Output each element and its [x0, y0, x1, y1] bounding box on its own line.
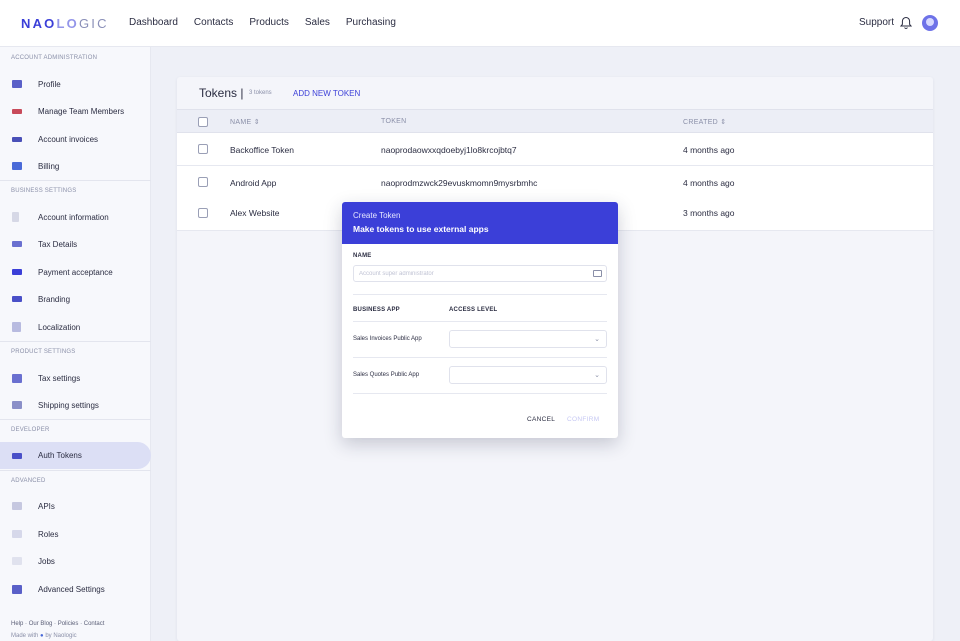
confirm-button[interactable]: CONFIRM	[567, 416, 599, 423]
business-app-header: BUSINESS APP	[353, 307, 400, 313]
team-icon	[12, 108, 22, 114]
name-label: NAME	[353, 253, 372, 259]
policies-link[interactable]: Policies	[58, 621, 79, 627]
section-account-administration: ACCOUNT ADMINISTRATION	[11, 55, 98, 61]
nav-purchasing[interactable]: Purchasing	[346, 17, 396, 28]
modal-header: Create Token Make tokens to use external…	[342, 202, 618, 244]
tax-settings-icon	[12, 373, 22, 383]
sidebar-item-payment-acceptance[interactable]: Payment acceptance	[0, 259, 151, 285]
sort-icon: ⇕	[253, 119, 260, 126]
heart-icon: ●	[40, 633, 44, 639]
sidebar-item-billing[interactable]: Billing	[0, 153, 151, 179]
app-name-sales-invoices: Sales Invoices Public App	[353, 336, 422, 342]
blog-link[interactable]: Our Blog	[29, 621, 53, 627]
info-icon	[12, 212, 19, 222]
section-product-settings: PRODUCT SETTINGS	[11, 349, 76, 355]
column-created[interactable]: CREATED ⇕	[683, 118, 726, 126]
row-checkbox[interactable]	[198, 208, 208, 218]
nav-dashboard[interactable]: Dashboard	[129, 17, 178, 28]
id-card-icon	[593, 270, 602, 277]
sidebar-item-apis[interactable]: APIs	[0, 493, 151, 519]
column-token: TOKEN	[381, 118, 407, 125]
billing-icon	[12, 162, 22, 170]
invoice-icon	[12, 136, 22, 142]
token-name-input[interactable]	[353, 265, 607, 282]
access-level-select-sales-invoices[interactable]: ⌄	[449, 330, 607, 348]
avatar[interactable]	[922, 15, 938, 31]
sidebar-item-team-members[interactable]: Manage Team Members	[0, 98, 151, 124]
sidebar-item-branding[interactable]: Branding	[0, 286, 151, 312]
main-nav: Dashboard Contacts Products Sales Purcha…	[129, 17, 396, 28]
row-checkbox[interactable]	[198, 177, 208, 187]
footer-links: Help · Our Blog · Policies · Contact	[11, 621, 105, 627]
sidebar-item-roles[interactable]: Roles	[0, 521, 151, 547]
top-bar: NAOLOGIC Dashboard Contacts Products Sal…	[0, 0, 960, 47]
jobs-icon	[12, 557, 22, 565]
token-count: 3 tokens	[249, 90, 272, 96]
section-business-settings: BUSINESS SETTINGS	[11, 188, 77, 194]
section-developer: DEVELOPER	[11, 427, 50, 433]
chevron-down-icon: ⌄	[594, 372, 600, 379]
tokens-header: Tokens | 3 tokens ADD NEW TOKEN	[177, 77, 933, 109]
sidebar-item-account-information[interactable]: Account information	[0, 204, 151, 230]
add-new-token-button[interactable]: ADD NEW TOKEN	[293, 89, 360, 98]
sidebar: ACCOUNT ADMINISTRATION Profile Manage Te…	[0, 47, 151, 641]
access-level-header: ACCESS LEVEL	[449, 307, 498, 313]
localization-icon	[12, 322, 21, 332]
bell-icon[interactable]	[900, 16, 912, 30]
page-title: Tokens |	[199, 86, 244, 100]
modal-subtitle: Make tokens to use external apps	[353, 224, 489, 234]
sort-icon: ⇕	[720, 119, 727, 126]
sidebar-item-localization[interactable]: Localization	[0, 314, 151, 340]
branding-icon	[12, 296, 22, 302]
nav-contacts[interactable]: Contacts	[194, 17, 233, 28]
nav-sales[interactable]: Sales	[305, 17, 330, 28]
sidebar-item-jobs[interactable]: Jobs	[0, 548, 151, 574]
token-icon	[12, 452, 22, 459]
support-link[interactable]: Support	[859, 17, 894, 28]
section-advanced: ADVANCED	[11, 478, 46, 484]
roles-icon	[12, 530, 22, 538]
cancel-button[interactable]: CANCEL	[527, 416, 555, 423]
profile-icon	[12, 80, 22, 88]
advanced-icon	[12, 584, 22, 594]
tax-icon	[12, 241, 22, 247]
sidebar-item-tax-settings[interactable]: Tax settings	[0, 365, 151, 391]
sidebar-item-profile[interactable]: Profile	[0, 71, 151, 97]
sidebar-item-auth-tokens[interactable]: Auth Tokens	[0, 442, 151, 469]
made-with: Made with ● by Naologic	[11, 633, 77, 639]
select-all-checkbox[interactable]	[198, 117, 208, 127]
sidebar-item-advanced-settings[interactable]: Advanced Settings	[0, 576, 151, 602]
payment-icon	[12, 269, 22, 275]
contact-link[interactable]: Contact	[84, 621, 105, 627]
create-token-modal: Create Token Make tokens to use external…	[342, 202, 618, 438]
help-link[interactable]: Help	[11, 621, 23, 627]
row-checkbox[interactable]	[198, 144, 208, 154]
modal-title: Create Token	[353, 211, 401, 220]
api-icon	[12, 502, 22, 510]
app-name-sales-quotes: Sales Quotes Public App	[353, 372, 420, 378]
sidebar-item-tax-details[interactable]: Tax Details	[0, 231, 151, 257]
column-name[interactable]: NAME ⇕	[230, 118, 260, 126]
sidebar-item-shipping-settings[interactable]: Shipping settings	[0, 392, 151, 418]
table-row[interactable]: Android App naoprodmzwck29evuskmomn9mysr…	[177, 166, 933, 199]
nav-products[interactable]: Products	[249, 17, 288, 28]
sidebar-item-account-invoices[interactable]: Account invoices	[0, 126, 151, 152]
cart-icon	[12, 401, 22, 409]
table-row[interactable]: Backoffice Token naoprodaowxxqdoebyj1lo8…	[177, 133, 933, 166]
naologic-logo[interactable]: NAOLOGIC	[21, 16, 109, 31]
access-level-select-sales-quotes[interactable]: ⌄	[449, 366, 607, 384]
table-header: NAME ⇕ TOKEN CREATED ⇕	[177, 109, 933, 133]
chevron-down-icon: ⌄	[594, 336, 600, 343]
